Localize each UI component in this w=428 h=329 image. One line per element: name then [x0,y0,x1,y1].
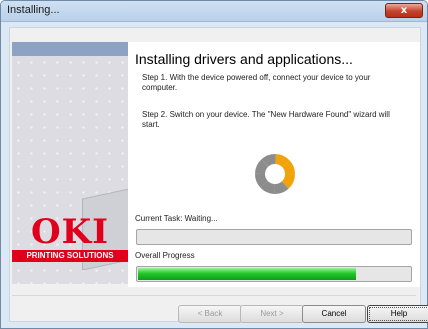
cancel-button[interactable]: Cancel [302,305,366,323]
help-button[interactable]: Help [367,305,428,323]
overall-progress-label: Overall Progress [135,251,195,260]
current-task-progress-bar [136,229,412,245]
current-task-label: Current Task: Waiting... [135,214,218,223]
window-title: Installing... [7,4,60,16]
loading-spinner-icon [255,154,295,194]
step-2-text: Step 2. Switch on your device. The "New … [142,110,390,129]
sidebar-top-band [12,42,128,56]
step-1-text: Step 1. With the device powered off, con… [142,73,371,92]
next-button[interactable]: Next > [240,305,304,323]
title-bar[interactable]: Installing... x [1,1,427,22]
overall-progress-fill [138,268,356,280]
close-button[interactable]: x [385,3,423,18]
overall-progress-bar [136,266,412,282]
button-separator [12,295,416,296]
page-title: Installing drivers and applications... [135,51,353,67]
back-button[interactable]: < Back [178,305,242,323]
oki-logo: OKI [30,212,110,252]
printing-solutions-tag: PRINTING SOLUTIONS [12,250,128,262]
